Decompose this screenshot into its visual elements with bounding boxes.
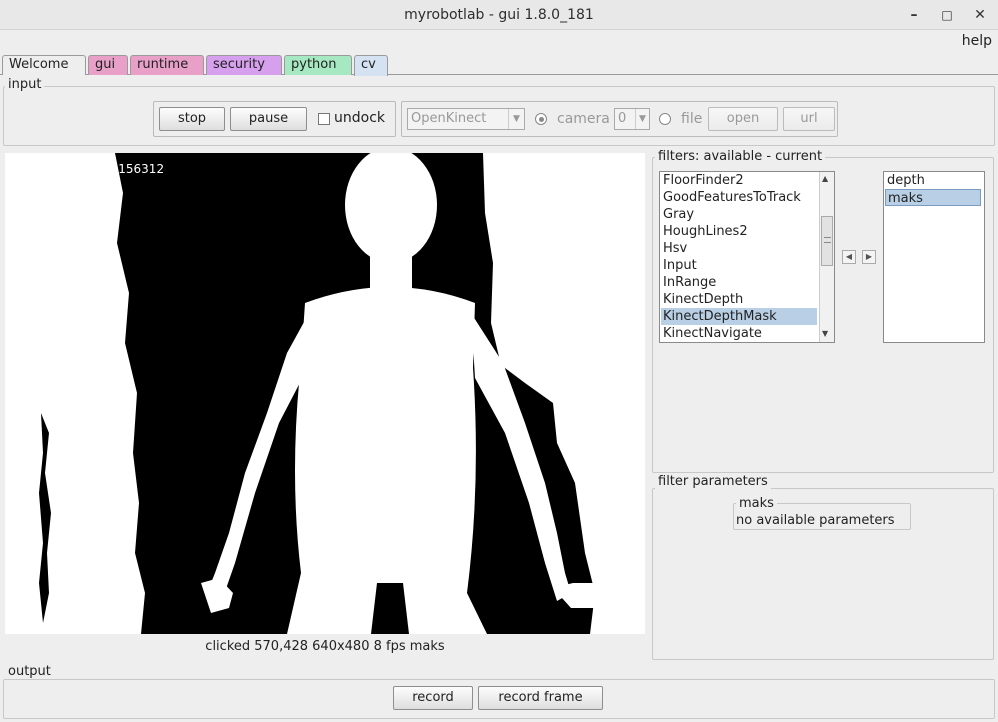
tab-python[interactable]: python [284,55,352,75]
output-group-label: output [5,664,54,679]
help-menu[interactable]: help [962,33,992,49]
window-title: myrobotlab - gui 1.8.0_181 [404,7,594,23]
list-item[interactable]: Gray [661,206,694,223]
filters-group-label: filters: available - current [655,149,826,164]
remove-filter-icon[interactable]: ◀ [842,250,856,264]
available-filters-list[interactable]: FloorFinder2 GoodFeaturesToTrack Gray Ho… [659,171,835,343]
tab-cv[interactable]: cv [354,55,388,76]
url-button[interactable]: url [783,107,835,131]
list-item-selected[interactable]: KinectDepthMask [661,308,817,325]
undock-label: undock [334,110,386,126]
menu-bar [0,30,998,54]
list-item[interactable]: KinectDepth [661,291,743,308]
camera-index-value: 0 [618,111,627,126]
minimize-icon[interactable]: – [903,4,925,26]
camera-label: camera [557,111,610,127]
stop-button[interactable]: stop [159,107,225,131]
tab-welcome[interactable]: Welcome [2,55,86,75]
record-button[interactable]: record [393,686,473,710]
close-icon[interactable]: ✕ [969,4,991,26]
list-item[interactable]: GoodFeaturesToTrack [661,189,801,206]
undock-checkbox[interactable] [318,113,330,125]
grabber-value: OpenKinect [411,111,487,126]
scroll-down-icon[interactable]: ▼ [822,329,828,338]
video-status: clicked 570,428 640x480 8 fps maks [205,639,445,654]
list-item[interactable]: depth [885,172,981,189]
filter-parameters-label: filter parameters [655,474,771,489]
current-filters-list[interactable]: depth maks [883,171,985,343]
list-item[interactable]: FloorFinder2 [661,172,744,189]
record-frame-button[interactable]: record frame [478,686,603,710]
chevron-down-icon: ▼ [508,109,524,129]
tab-runtime[interactable]: runtime [130,55,204,75]
pause-button[interactable]: pause [230,107,307,131]
available-list-scrollbar[interactable]: ▲ ▼ [819,172,834,342]
list-item[interactable]: Hsv [661,240,687,257]
file-radio[interactable] [659,113,671,125]
list-item[interactable]: Input [661,257,697,274]
tab-security[interactable]: security [206,55,282,75]
list-item-selected[interactable]: maks [885,189,981,206]
camera-radio[interactable] [535,113,547,125]
scroll-thumb[interactable] [821,216,833,266]
list-item[interactable]: HoughLines2 [661,223,748,240]
filter-params-name: maks [736,496,777,511]
tab-gui[interactable]: gui [88,55,128,75]
no-params-message: no available parameters [736,513,895,528]
scroll-up-icon[interactable]: ▲ [822,174,828,183]
chevron-down-icon: ▼ [635,109,649,129]
video-display[interactable]: 14156312 [5,153,645,634]
video-overlay-text: 14156312 [103,162,164,176]
file-label: file [681,111,703,127]
camera-index-select[interactable]: 0 ▼ [614,108,650,130]
input-group-label: input [5,77,45,92]
list-item[interactable]: InRange [661,274,716,291]
grabber-select[interactable]: OpenKinect ▼ [407,108,525,130]
grip-icon [824,237,831,243]
list-item[interactable]: KinectNavigate [661,325,762,342]
maximize-icon[interactable]: □ [936,4,958,26]
add-filter-icon[interactable]: ▶ [862,250,876,264]
open-button[interactable]: open [708,107,778,131]
